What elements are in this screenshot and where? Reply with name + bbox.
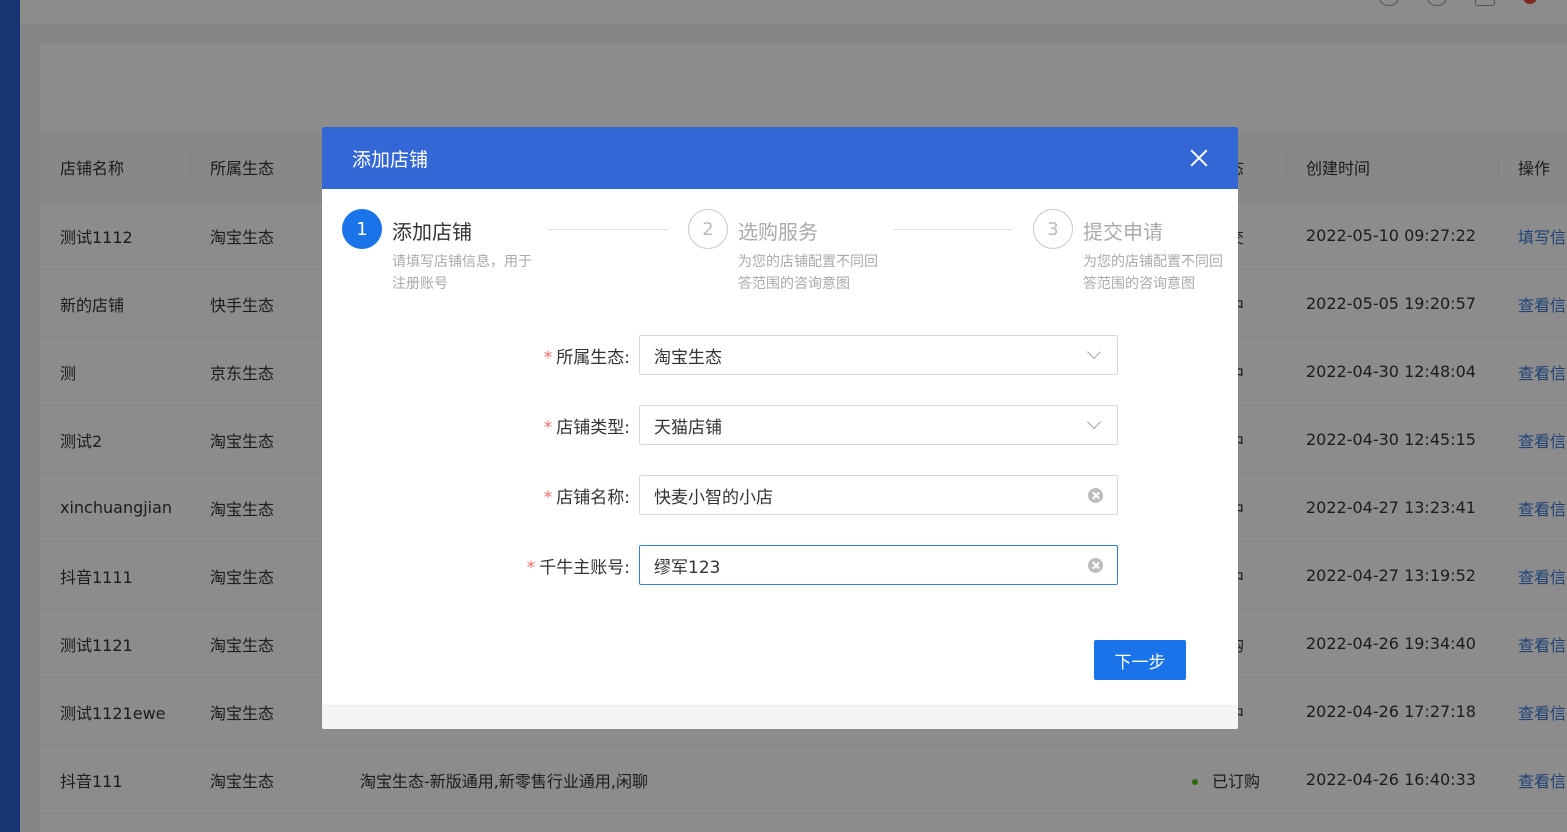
ecosystem-row: * 所属生态: 淘宝生态 [322, 335, 1238, 375]
step-2-number: 2 [688, 209, 728, 249]
required-mark: * [543, 348, 553, 368]
clear-icon[interactable] [1088, 557, 1103, 573]
next-step-button[interactable]: 下一步 [1094, 640, 1186, 680]
ecosystem-label: 所属生态: [556, 348, 630, 368]
step-1-desc: 请填写店铺信息，用于注册账号 [392, 254, 532, 292]
step-1-number: 1 [342, 209, 382, 249]
main-account-label: 千牛主账号: [539, 558, 630, 578]
shop-name-row: * 店铺名称: 快麦小智的小店 [322, 475, 1238, 515]
step-1-title: 添加店铺 [392, 220, 472, 244]
required-mark: * [543, 418, 553, 438]
shop-type-label: 店铺类型: [556, 418, 630, 438]
shop-type-select[interactable]: 天猫店铺 [639, 405, 1118, 445]
close-icon[interactable] [1188, 147, 1210, 169]
main-account-value: 缪军123 [654, 557, 721, 578]
ecosystem-value: 淘宝生态 [654, 347, 722, 368]
main-account-row: * 千牛主账号: 缪军123 [322, 545, 1238, 585]
required-mark: * [526, 558, 536, 578]
step-2-desc: 为您的店铺配置不同回答范围的咨询意图 [738, 254, 878, 292]
chevron-down-icon[interactable] [1086, 414, 1102, 430]
main-account-input[interactable]: 缪军123 [639, 545, 1118, 585]
shop-name-input[interactable]: 快麦小智的小店 [639, 475, 1118, 515]
shop-type-value: 天猫店铺 [654, 417, 722, 438]
add-shop-dialog: 添加店铺 1 添加店铺 请填写店铺信息，用于注册账号 2 选购服务 为您的店铺配… [322, 127, 1238, 729]
step-connector [893, 229, 1013, 230]
step-2-title: 选购服务 [738, 220, 818, 244]
step-3-title: 提交申请 [1083, 220, 1163, 244]
dialog-header: 添加店铺 [322, 127, 1238, 189]
step-3-number: 3 [1033, 209, 1073, 249]
steps: 1 添加店铺 请填写店铺信息，用于注册账号 2 选购服务 为您的店铺配置不同回答… [342, 209, 1223, 299]
required-mark: * [543, 488, 553, 508]
shop-type-row: * 店铺类型: 天猫店铺 [322, 405, 1238, 445]
step-3-desc: 为您的店铺配置不同回答范围的咨询意图 [1083, 254, 1223, 292]
chevron-down-icon[interactable] [1086, 344, 1102, 360]
ecosystem-select[interactable]: 淘宝生态 [639, 335, 1118, 375]
dialog-footer [322, 705, 1238, 729]
clear-icon[interactable] [1088, 487, 1103, 503]
dialog-title: 添加店铺 [352, 148, 429, 171]
step-connector [548, 229, 668, 230]
shop-name-value: 快麦小智的小店 [654, 487, 773, 508]
shop-name-label: 店铺名称: [556, 488, 630, 508]
